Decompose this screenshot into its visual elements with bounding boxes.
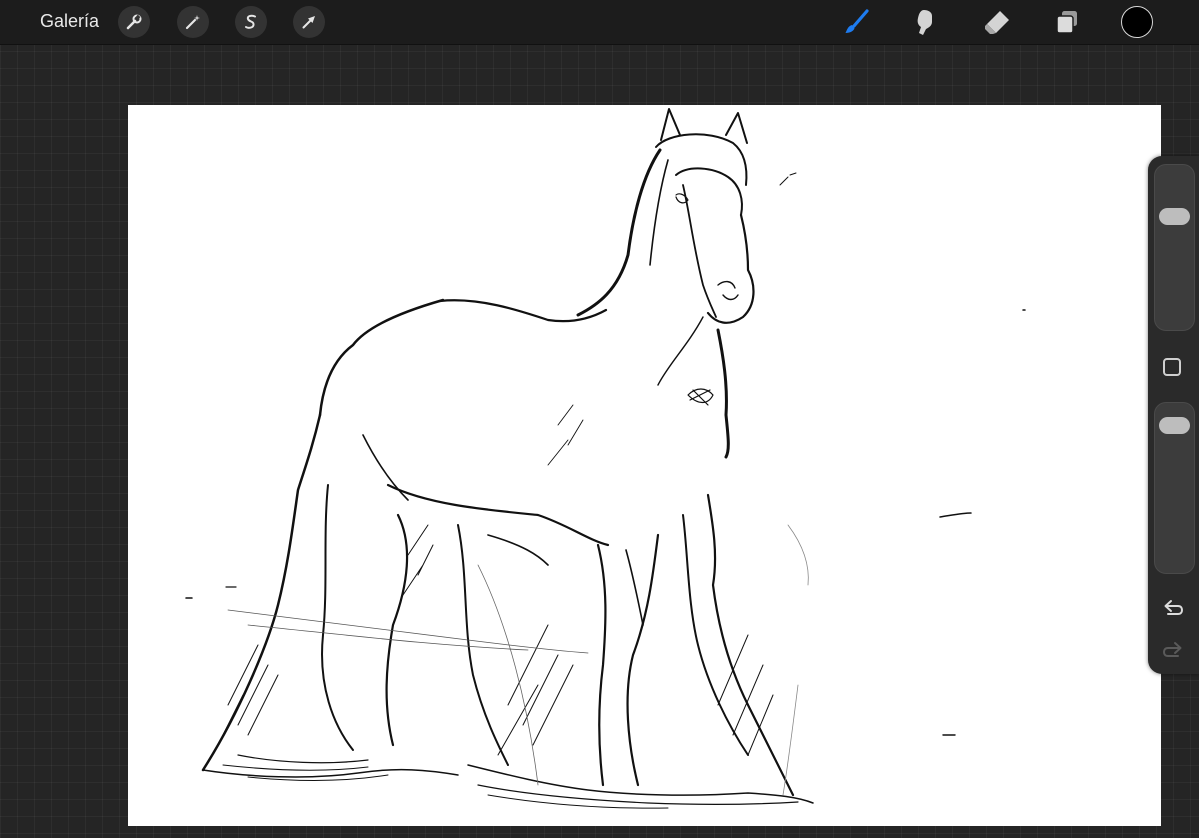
undo-button[interactable]: [1160, 596, 1186, 620]
selection-s-icon: [245, 14, 256, 29]
brush-icon: [845, 9, 869, 33]
modify-square-icon[interactable]: [1163, 358, 1181, 376]
color-picker-button[interactable]: [1121, 6, 1153, 38]
drawing-canvas[interactable]: [128, 105, 1161, 826]
side-toolbar: [1148, 156, 1199, 674]
magic-wand-icon: [185, 15, 200, 30]
wrench-icon: [126, 14, 142, 30]
layers-icon: [1056, 11, 1077, 34]
layers-button[interactable]: [1050, 6, 1084, 38]
eraser-icon: [985, 11, 1009, 34]
opacity-thumb[interactable]: [1159, 417, 1190, 435]
undo-icon: [1164, 600, 1184, 615]
redo-icon: [1162, 642, 1182, 657]
eraser-button[interactable]: [980, 6, 1014, 38]
opacity-slider[interactable]: [1154, 402, 1195, 574]
brush-size-thumb[interactable]: [1159, 208, 1190, 226]
redo-button[interactable]: [1160, 638, 1186, 662]
horse-sketch: [185, 108, 1026, 809]
gallery-button[interactable]: Galería: [40, 11, 99, 32]
top-toolbar: Galería: [0, 0, 1199, 45]
smudge-button[interactable]: [908, 6, 942, 38]
brush-button[interactable]: [839, 6, 873, 38]
actions-button[interactable]: [118, 6, 150, 38]
arrow-icon: [302, 16, 315, 29]
transform-button[interactable]: [293, 6, 325, 38]
selection-button[interactable]: [235, 6, 267, 38]
smudge-icon: [917, 10, 932, 35]
adjustments-button[interactable]: [177, 6, 209, 38]
brush-size-slider[interactable]: [1154, 164, 1195, 331]
